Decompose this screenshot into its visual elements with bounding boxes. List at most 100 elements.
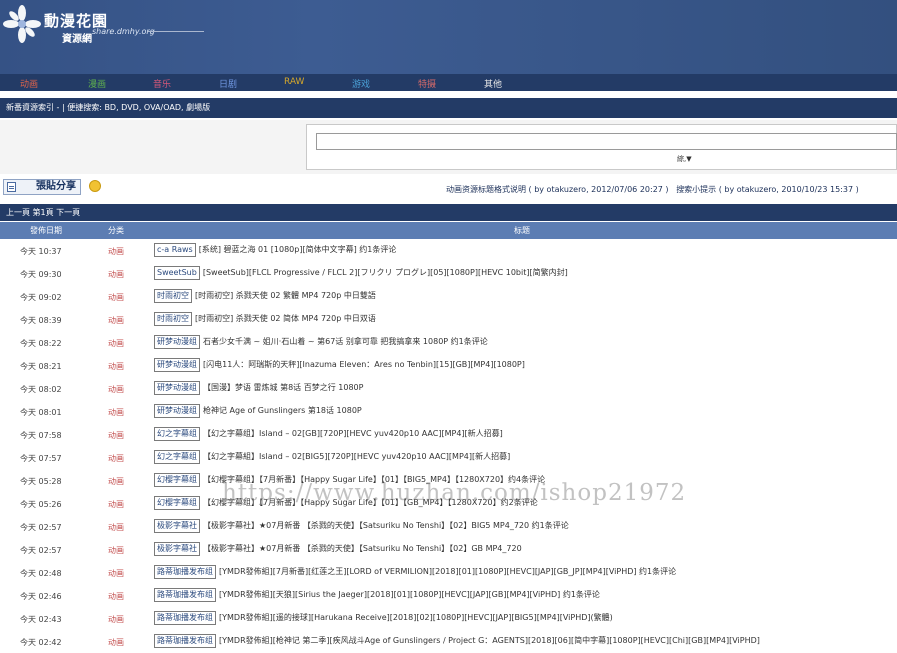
row-date: 今天 05:26: [20, 500, 62, 509]
row-category[interactable]: 动画: [108, 545, 124, 556]
row-date: 今天 02:48: [20, 569, 62, 578]
row-category[interactable]: 动画: [108, 453, 124, 464]
row-title[interactable]: 【极影字幕社】★07月新番 【杀戮的天使】【Satsuriku No Tensh…: [203, 544, 522, 553]
row-title[interactable]: 【极影字幕社】★07月新番 【杀戮的天使】【Satsuriku No Tensh…: [203, 521, 569, 530]
row-category[interactable]: 动画: [108, 476, 124, 487]
row-category[interactable]: 动画: [108, 637, 124, 648]
row-team-tag[interactable]: 研梦动漫组: [154, 335, 200, 349]
menu-item-tokusatsu[interactable]: 特摄: [418, 77, 436, 90]
row-title[interactable]: 【幻之字幕组】Island – 02[GB][720P][HEVC yuv420…: [203, 429, 503, 438]
row-date: 今天 05:28: [20, 477, 62, 486]
row-category[interactable]: 动画: [108, 384, 124, 395]
row-title[interactable]: [系统] 碧蓝之海 01 [1080p][简体中文字幕] 约1条评论: [199, 245, 397, 254]
table-row: 今天 09:02 动画 时雨初空 [时雨初空] 杀戮天使 02 繁體 MP4 720p…: [0, 285, 897, 308]
row-category[interactable]: 动画: [108, 499, 124, 510]
col-title[interactable]: 标题: [514, 222, 530, 239]
table-header: 發佈日期 分类 标题: [0, 222, 897, 239]
row-team-tag[interactable]: SweetSub: [154, 266, 200, 280]
row-team-tag[interactable]: 路蒂珈播发布组: [154, 565, 216, 579]
row-date: 今天 08:02: [20, 385, 62, 394]
row-date: 今天 09:02: [20, 293, 62, 302]
row-category[interactable]: 动画: [108, 246, 124, 257]
row-title[interactable]: [闪电11人：阿瑞斯的天秤][Inazuma Eleven：Ares no Te…: [203, 360, 525, 369]
row-date: 今天 02:42: [20, 638, 62, 647]
row-category[interactable]: 动画: [108, 269, 124, 280]
row-title[interactable]: [YMDR發佈組][7月新番][红莲之王][LORD of VERMILION]…: [219, 567, 676, 576]
post-share-label: 張貼分享: [36, 181, 76, 192]
row-date: 今天 02:57: [20, 523, 62, 532]
menu-item-other[interactable]: 其他: [484, 77, 502, 90]
breadcrumb: 新番資源索引 - | 便捷搜索: BD, DVD, OVA/OAD, 劇場版: [0, 98, 897, 118]
menu-item-music[interactable]: 音乐: [153, 77, 171, 90]
table-row: 今天 07:58 动画 幻之字幕组 【幻之字幕组】Island – 02[GB][72…: [0, 423, 897, 446]
row-title[interactable]: [YMDR發佈組][枪神记 第二季][疾风战斗Age of Gunslinger…: [219, 636, 760, 645]
table-row: 今天 07:57 动画 幻之字幕组 【幻之字幕組】Island – 02[BIG5][…: [0, 446, 897, 469]
row-date: 今天 08:39: [20, 316, 62, 325]
row-team-tag[interactable]: 极影字幕社: [154, 542, 200, 556]
row-date: 今天 10:37: [20, 247, 62, 256]
menu-item-manga[interactable]: 漫画: [88, 77, 106, 90]
row-date: 今天 07:58: [20, 431, 62, 440]
row-category[interactable]: 动画: [108, 407, 124, 418]
row-category[interactable]: 动画: [108, 292, 124, 303]
row-team-tag[interactable]: 时雨初空: [154, 289, 192, 303]
row-team-tag[interactable]: 时雨初空: [154, 312, 192, 326]
row-date: 今天 08:21: [20, 362, 62, 371]
table-row: 今天 09:30 动画 SweetSub [SweetSub][FLCL Progre…: [0, 262, 897, 285]
table-row: 今天 02:57 动画 极影字幕社 【极影字幕社】★07月新番 【杀戮的天使】【Sat…: [0, 538, 897, 561]
col-date[interactable]: 發佈日期: [30, 222, 62, 239]
row-title[interactable]: 【幻之字幕組】Island – 02[BIG5][720P][HEVC yuv4…: [203, 452, 510, 461]
row-team-tag[interactable]: 幻樱字幕组: [154, 473, 200, 487]
row-title[interactable]: 枪神记 Age of Gunslingers 第18话 1080P: [203, 406, 362, 415]
row-title[interactable]: [YMDR發佈組][天狼][Sirius the Jaeger][2018][0…: [219, 590, 600, 599]
row-team-tag[interactable]: c-a Raws: [154, 243, 196, 257]
row-category[interactable]: 动画: [108, 522, 124, 533]
row-team-tag[interactable]: 研梦动漫组: [154, 404, 200, 418]
row-title[interactable]: [YMDR發佈組][遥的接球][Harukana Receive][2018][…: [219, 613, 613, 622]
row-team-tag[interactable]: 路蒂珈播发布组: [154, 588, 216, 602]
row-title[interactable]: 【国漫】梦语 雷炼城 第8话 百梦之行 1080P: [203, 383, 363, 392]
row-title[interactable]: [SweetSub][FLCL Progressive / FLCL 2][フリ…: [203, 268, 568, 277]
table-row: 今天 08:01 动画 研梦动漫组 枪神记 Age of Gunslingers 第1…: [0, 400, 897, 423]
post-share-button[interactable]: 張貼分享: [3, 179, 81, 195]
row-team-tag[interactable]: 研梦动漫组: [154, 381, 200, 395]
menu-item-anime[interactable]: 动画: [20, 77, 38, 90]
col-category[interactable]: 分类: [108, 222, 124, 239]
row-category[interactable]: 动画: [108, 568, 124, 579]
search-options-toggle[interactable]: 綜,▼: [677, 154, 692, 164]
site-domain: share.dmhy.org: [92, 27, 155, 36]
row-team-tag[interactable]: 幻樱字幕组: [154, 496, 200, 510]
menu-item-raw[interactable]: RAW: [284, 77, 304, 87]
row-team-tag[interactable]: 极影字幕社: [154, 519, 200, 533]
row-date: 今天 09:30: [20, 270, 62, 279]
format-guide-link[interactable]: 动画资源标题格式说明 ( by otakuzero, 2012/07/06 20…: [446, 185, 669, 194]
header-divider: [148, 31, 204, 32]
row-team-tag[interactable]: 幻之字幕组: [154, 427, 200, 441]
row-title[interactable]: 石者少女千满 ~ 姐川·石山着 ~ 第67话 别拿可靠 把我搞拿来 1080P …: [203, 337, 488, 346]
table-row: 今天 08:39 动画 时雨初空 [时雨初空] 杀戮天使 02 简体 MP4 720p…: [0, 308, 897, 331]
table-row: 今天 08:22 动画 研梦动漫组 石者少女千满 ~ 姐川·石山着 ~ 第67话 别拿…: [0, 331, 897, 354]
row-team-tag[interactable]: 幻之字幕组: [154, 450, 200, 464]
menu-item-drama[interactable]: 日剧: [219, 77, 237, 90]
row-team-tag[interactable]: 路蒂珈播发布组: [154, 611, 216, 625]
search-input[interactable]: [316, 133, 897, 150]
row-category[interactable]: 动画: [108, 614, 124, 625]
breadcrumb-text[interactable]: 新番資源索引 - | 便捷搜索: BD, DVD, OVA/OAD, 劇場版: [6, 103, 210, 112]
row-title[interactable]: [时雨初空] 杀戮天使 02 繁體 MP4 720p 中日雙語: [195, 291, 376, 300]
row-category[interactable]: 动画: [108, 430, 124, 441]
row-category[interactable]: 动画: [108, 338, 124, 349]
row-date: 今天 08:22: [20, 339, 62, 348]
row-category[interactable]: 动画: [108, 361, 124, 372]
table-row: 今天 08:02 动画 研梦动漫组 【国漫】梦语 雷炼城 第8话 百梦之行 1080P: [0, 377, 897, 400]
row-title[interactable]: [时雨初空] 杀戮天使 02 简体 MP4 720p 中日双语: [195, 314, 376, 323]
pager-text[interactable]: 上一頁 第1頁 下一頁: [6, 208, 80, 217]
search-tip-link[interactable]: 搜索小提示 ( by otakuzero, 2010/10/23 15:37 ): [676, 185, 859, 194]
smiley-icon[interactable]: [89, 180, 101, 192]
menu-item-game[interactable]: 游戏: [352, 77, 370, 90]
row-category[interactable]: 动画: [108, 315, 124, 326]
row-team-tag[interactable]: 研梦动漫组: [154, 358, 200, 372]
row-date: 今天 02:57: [20, 546, 62, 555]
row-category[interactable]: 动画: [108, 591, 124, 602]
row-date: 今天 07:57: [20, 454, 62, 463]
flower-logo-icon: [3, 5, 41, 43]
